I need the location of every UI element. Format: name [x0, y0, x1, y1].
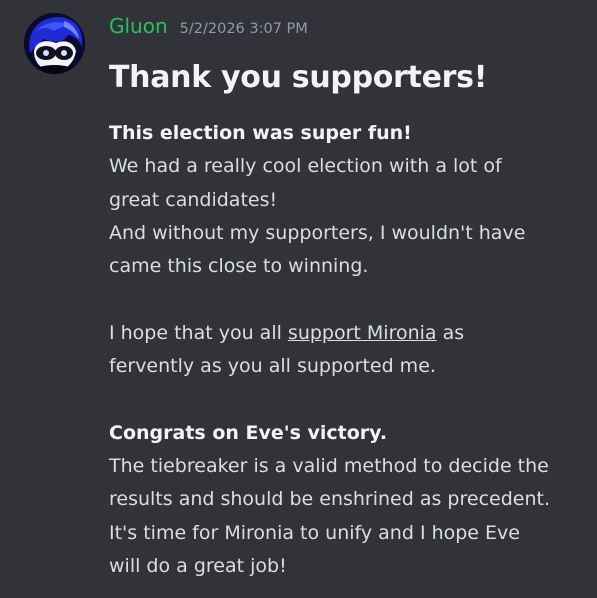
paragraph-line: The tiebreaker is a valid method to deci…: [109, 454, 549, 477]
paragraph-line: results and should be enshrined as prece…: [109, 488, 550, 511]
paragraph-line: I hope that you all support Mironia as: [109, 317, 589, 350]
paragraph-heading: This election was super fun!: [109, 122, 412, 144]
paragraph-line: came this close to winning.: [109, 255, 369, 278]
paragraph-congrats: Congrats on Eve's victory. The tiebreake…: [109, 417, 589, 583]
chat-message: Gluon 5/2/2026 3:07 PM Thank you support…: [0, 0, 597, 598]
paragraph-heading: Congrats on Eve's victory.: [109, 421, 388, 444]
paragraph-line: will do a great job!: [109, 554, 287, 577]
message-header: Gluon 5/2/2026 3:07 PM: [109, 14, 308, 38]
avatar[interactable]: [24, 13, 85, 74]
paragraph-support: I hope that you all support Mironia as f…: [109, 317, 589, 384]
paragraph-line: It's time for Mironia to unify and I hop…: [109, 521, 520, 544]
text-fragment: as: [436, 321, 465, 344]
message-body: This election was super fun! We had a re…: [109, 117, 589, 583]
paragraph-election: This election was super fun! We had a re…: [109, 117, 589, 283]
message-title: Thank you supporters!: [109, 60, 488, 95]
text-fragment: I hope that you all: [109, 321, 288, 344]
support-mironia-link[interactable]: support Mironia: [288, 322, 437, 344]
timestamp[interactable]: 5/2/2026 3:07 PM: [180, 21, 308, 37]
username[interactable]: Gluon: [109, 14, 168, 38]
paragraph-line: We had a really cool election with a lot…: [109, 155, 502, 178]
paragraph-line: And without my supporters, I wouldn't ha…: [109, 221, 526, 244]
paragraph-line: great candidates!: [109, 188, 278, 211]
anime-character-avatar-icon: [24, 13, 85, 74]
paragraph-line: fervently as you all supported me.: [109, 355, 436, 378]
